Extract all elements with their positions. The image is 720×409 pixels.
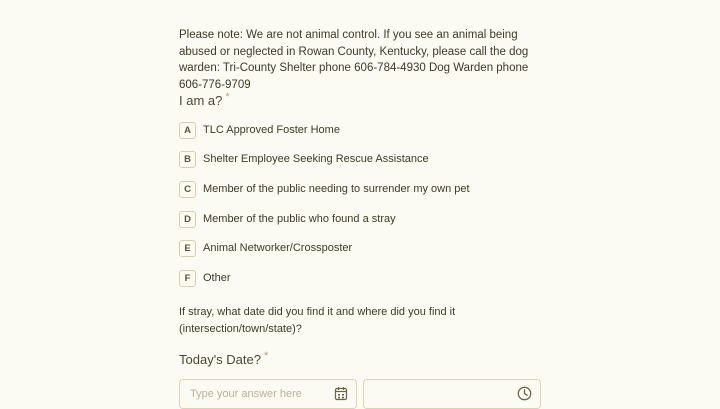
choice-d[interactable]: D Member of the public who found a stray [179,209,396,229]
choice-f[interactable]: F Other [179,268,231,288]
choice-label: Shelter Employee Seeking Rescue Assistan… [203,153,429,165]
question-title-role: I am a? * [179,91,230,108]
choice-label: Member of the public needing to surrende… [203,183,470,195]
date-input[interactable] [180,380,340,408]
calendar-icon[interactable] [334,386,348,406]
choice-key: E [179,239,196,257]
choice-c[interactable]: C Member of the public needing to surren… [179,179,470,199]
question-title-date: Today's Date? * [179,350,269,367]
question-title-date-text: Today's Date? [179,352,261,367]
choice-key: D [179,210,196,228]
choice-key: F [179,269,196,287]
choice-e[interactable]: E Animal Networker/Crossposter [179,238,352,258]
required-mark: * [225,91,230,103]
choice-b[interactable]: B Shelter Employee Seeking Rescue Assist… [179,149,429,169]
question-title-stray: If stray, what date did you find it and … [179,306,456,335]
choice-key: B [179,150,196,168]
time-input[interactable] [364,380,524,408]
choice-a[interactable]: A TLC Approved Foster Home [179,120,340,140]
choice-label: Member of the public who found a stray [203,213,396,225]
choice-label: Animal Networker/Crossposter [203,242,353,254]
notice-text: Please note: We are not animal control. … [179,29,529,91]
choice-key: C [179,180,196,198]
required-mark: * [263,350,269,362]
clock-icon[interactable] [517,386,532,406]
choice-label: TLC Approved Foster Home [203,124,340,136]
question-title-role-text: I am a? [179,93,223,108]
choice-key: A [179,121,196,139]
choice-label: Other [203,272,231,284]
